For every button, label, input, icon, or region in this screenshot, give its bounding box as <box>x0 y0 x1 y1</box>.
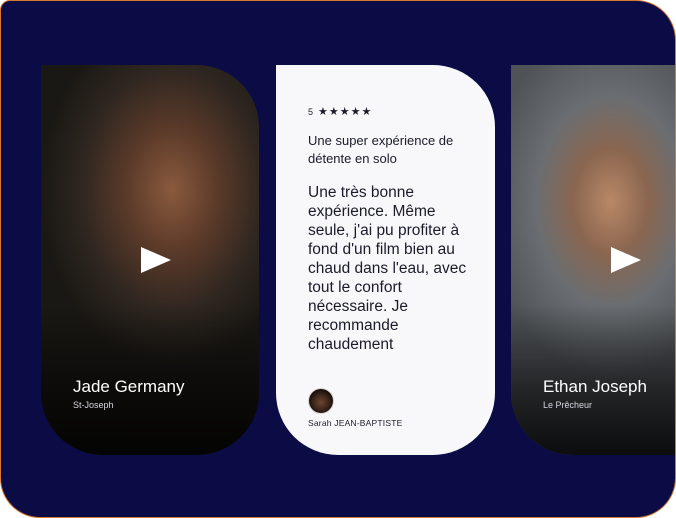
video-testimonial-card-ethan[interactable]: Ethan Joseph Le Prêcheur <box>511 65 675 455</box>
play-icon[interactable] <box>141 247 171 273</box>
review-card: 5 ★★★★★ Une super expérience de détente … <box>276 65 495 455</box>
testimonial-name: Jade Germany <box>73 377 185 396</box>
testimonials-carousel: Jade Germany St-Joseph 5 ★★★★★ Une super… <box>0 0 676 518</box>
testimonial-name: Ethan Joseph <box>543 377 647 396</box>
review-body: Une très bonne expérience. Même seule, j… <box>308 184 467 353</box>
testimonial-location: St-Joseph <box>73 400 114 410</box>
rating-value: 5 <box>308 106 314 117</box>
rating: 5 ★★★★★ <box>308 105 372 118</box>
play-icon[interactable] <box>611 247 641 273</box>
author-avatar <box>308 388 334 414</box>
testimonial-location: Le Prêcheur <box>543 400 593 410</box>
star-icons: ★★★★★ <box>318 106 373 118</box>
author-name: Sarah JEAN-BAPTISTE <box>308 418 403 428</box>
review-title: Une super expérience de détente en solo <box>308 133 454 166</box>
video-testimonial-card-jade[interactable]: Jade Germany St-Joseph <box>41 65 259 455</box>
